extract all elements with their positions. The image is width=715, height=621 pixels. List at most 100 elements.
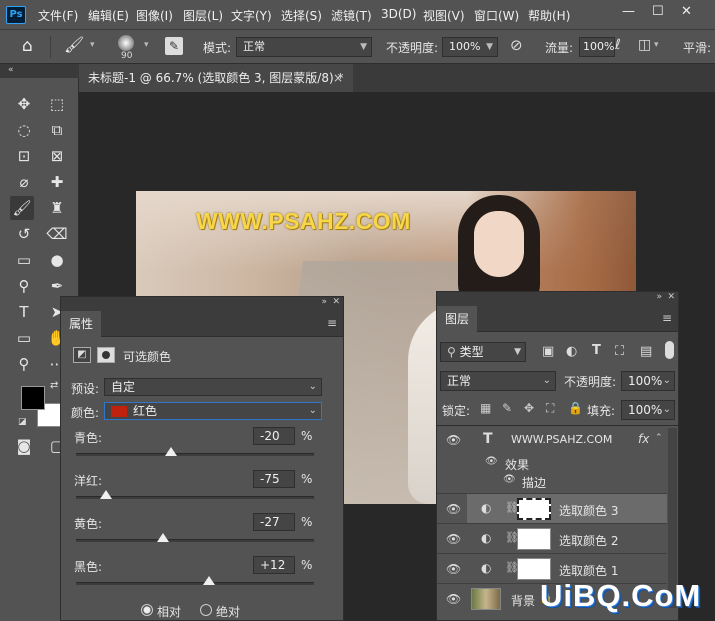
color-dropdown[interactable]: 红色 ⌄ [104, 402, 322, 420]
dodge-tool-icon[interactable]: ⚲ [12, 274, 36, 298]
slider-value-field[interactable]: -20 [253, 427, 295, 445]
object-select-icon[interactable]: ⧉ [45, 118, 69, 142]
tab-layers[interactable]: 图层 [437, 306, 478, 332]
lock-position-icon[interactable]: ✥ [524, 401, 534, 415]
marquee-tool-icon[interactable]: ⬚ [45, 92, 69, 116]
close-panel-icon[interactable]: ✕ [332, 297, 340, 307]
pressure-opacity-icon[interactable]: ⊘ [510, 36, 523, 54]
preset-dropdown[interactable]: 自定 ⌄ [104, 378, 322, 396]
type-tool-icon[interactable]: T [12, 300, 36, 324]
layer-name[interactable]: 选取颜色 3 [559, 502, 618, 519]
slider-track[interactable] [76, 539, 314, 542]
visibility-eye-icon[interactable]: 👁 [446, 562, 461, 576]
opacity-field[interactable]: 100% ▼ [442, 37, 498, 57]
document-tab[interactable]: 未标题-1 @ 66.7% (选取颜色 3, 图层蒙版/8) * × [79, 64, 353, 92]
crop-tool-icon[interactable]: ⊡ [12, 144, 36, 168]
lock-artboard-icon[interactable]: ⛶ [546, 401, 554, 416]
filter-shape-icon[interactable]: ⛶ [615, 344, 624, 359]
menu-help[interactable]: 帮助(H) [528, 7, 570, 24]
layer-name[interactable]: 选取颜色 1 [559, 562, 618, 579]
menu-select[interactable]: 选择(S) [281, 7, 322, 24]
slider-value-field[interactable]: +12 [253, 556, 295, 574]
stroke-effect-row[interactable]: 👁 描边 [437, 472, 667, 490]
minimize-button[interactable]: — [622, 4, 635, 19]
blend-mode-dropdown[interactable]: 正常 ⌄ [440, 371, 556, 391]
gradient-tool-icon[interactable]: ▭ [12, 248, 36, 272]
mask-icon[interactable] [97, 347, 115, 363]
filter-toggle[interactable] [665, 341, 674, 359]
menu-view[interactable]: 视图(V) [423, 7, 465, 24]
swap-colors-icon[interactable]: ⇄ [50, 380, 58, 391]
filter-type-icon[interactable]: T [592, 343, 601, 358]
layer-name[interactable]: WWW.PSAHZ.COM [511, 433, 612, 446]
menu-file[interactable]: 文件(F) [38, 7, 78, 24]
layer-mask-thumbnail[interactable] [517, 558, 551, 580]
filter-adjustment-icon[interactable]: ◐ [566, 344, 577, 359]
collapse-panel-icon[interactable]: » [321, 297, 327, 307]
layer-name[interactable]: 选取颜色 2 [559, 532, 618, 549]
close-window-button[interactable]: ✕ [681, 4, 692, 19]
maximize-button[interactable]: ☐ [652, 4, 664, 19]
chevron-up-icon[interactable]: ⌃ [655, 433, 663, 443]
toolbar-collapse[interactable]: « [0, 64, 79, 78]
visibility-eye-icon[interactable]: 👁 [446, 502, 461, 516]
fx-icon[interactable]: fx [638, 432, 649, 446]
tab-properties[interactable]: 属性 [61, 311, 102, 337]
layer-mask-thumbnail[interactable] [517, 498, 551, 520]
layer-mask-thumbnail[interactable] [517, 528, 551, 550]
brush-settings-icon[interactable]: ✎ [165, 37, 183, 55]
slider-value-field[interactable]: -27 [253, 513, 295, 531]
layer-row-selective-color-2[interactable]: 👁 ◐ ⛓ 选取颜色 2 [437, 523, 667, 553]
menu-edit[interactable]: 编辑(E) [88, 7, 129, 24]
frame-tool-icon[interactable]: ⊠ [45, 144, 69, 168]
slider-track[interactable] [76, 453, 314, 456]
filter-pixel-icon[interactable]: ▣ [542, 344, 554, 359]
slider-thumb[interactable] [165, 447, 178, 456]
lasso-tool-icon[interactable]: ◌ [12, 118, 36, 142]
lock-transparency-icon[interactable]: ▦ [480, 401, 491, 415]
menu-filter[interactable]: 滤镜(T) [331, 7, 372, 24]
pen-tool-icon[interactable]: ✒ [45, 274, 69, 298]
zoom-tool-icon[interactable]: ⚲ [12, 352, 36, 376]
fill-field[interactable]: 100% ⌄ [621, 400, 675, 420]
visibility-eye-icon[interactable]: 👁 [446, 592, 461, 606]
adjustment-icon[interactable]: ◩ [73, 347, 91, 363]
home-icon[interactable]: ⌂ [22, 36, 33, 56]
panel-menu-icon[interactable]: ≡ [662, 311, 672, 325]
chevron-down-icon[interactable]: ▾ [90, 40, 95, 50]
slider-value-field[interactable]: -75 [253, 470, 295, 488]
menu-type[interactable]: 文字(Y) [231, 7, 272, 24]
lock-pixels-icon[interactable]: ✎ [502, 401, 512, 415]
slider-track[interactable] [76, 582, 314, 585]
brush-preset-icon[interactable] [118, 35, 134, 51]
visibility-eye-icon[interactable]: 👁 [446, 532, 461, 546]
layer-row-selective-color-3[interactable]: 👁 ◐ ⛓ 选取颜色 3 [437, 493, 667, 524]
collapse-icon[interactable]: « [8, 65, 14, 75]
relative-radio[interactable] [141, 604, 153, 619]
visibility-eye-icon[interactable]: 👁 [485, 456, 498, 467]
collapse-panel-icon[interactable]: » [656, 292, 662, 302]
eraser-tool-icon[interactable]: ⌫ [45, 222, 69, 246]
chevron-down-icon[interactable]: ▾ [654, 40, 659, 50]
chevron-down-icon[interactable]: ▾ [144, 40, 149, 50]
stamp-tool-icon[interactable]: ♜ [45, 196, 69, 220]
layer-row-text[interactable]: 👁 T WWW.PSAHZ.COM fx ⌃ [437, 426, 667, 454]
effects-row[interactable]: 👁 效果 [437, 454, 667, 472]
slider-thumb[interactable] [203, 576, 216, 585]
close-panel-icon[interactable]: ✕ [667, 292, 675, 302]
panel-layout-icon[interactable]: ◫ [638, 37, 651, 53]
layer-name[interactable]: 背景 [511, 592, 535, 609]
slider-thumb[interactable] [156, 533, 169, 542]
filter-smart-object-icon[interactable]: ▤ [640, 344, 652, 359]
visibility-eye-icon[interactable]: 👁 [503, 474, 516, 485]
panel-menu-icon[interactable]: ≡ [327, 316, 337, 330]
history-brush-icon[interactable]: ↺ [12, 222, 36, 246]
foreground-color-swatch[interactable] [21, 386, 45, 410]
lock-all-icon[interactable]: 🔒 [568, 401, 583, 415]
brush-tool-icon[interactable]: 🖌 [64, 35, 84, 54]
menu-window[interactable]: 窗口(W) [474, 7, 519, 24]
move-tool-icon[interactable]: ✥ [12, 92, 36, 116]
eyedropper-tool-icon[interactable]: ⌀ [12, 170, 36, 194]
rectangle-tool-icon[interactable]: ▭ [12, 326, 36, 350]
blur-tool-icon[interactable]: ● [45, 248, 69, 272]
